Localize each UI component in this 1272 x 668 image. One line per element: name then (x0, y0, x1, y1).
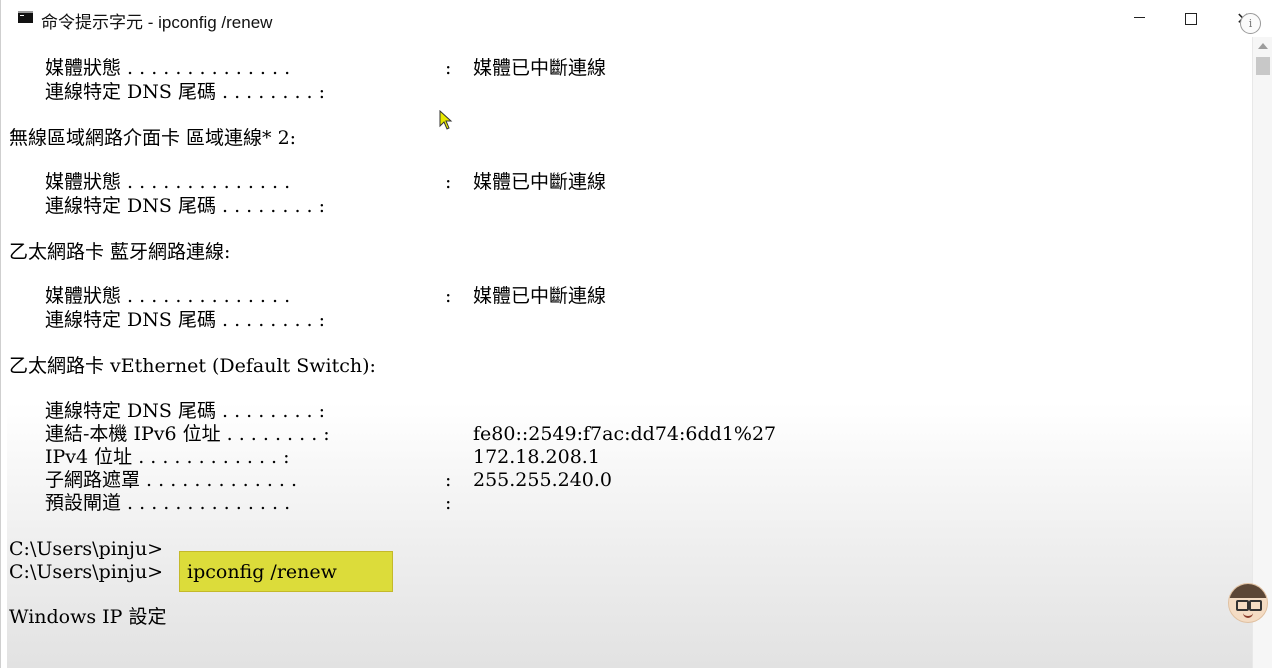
prompt-line: C:\Users\pinju> (9, 561, 164, 583)
terminal-icon (18, 11, 33, 23)
console-row-key: IPv4 位址 . . . . . . . . . . . . : (45, 446, 290, 468)
adapter-header: 無線區域網路介面卡 區域連線* 2: (9, 127, 297, 149)
console-row-key: 連線特定 DNS 尾碼 . . . . . . . . : (45, 400, 326, 422)
title-bar[interactable]: 命令提示字元 - ipconfig /renew ✕ i (1, 0, 1272, 37)
cmd-window: 命令提示字元 - ipconfig /renew ✕ i 媒體狀態 . . . … (0, 0, 1272, 668)
console-row-colon: : (445, 469, 452, 491)
adapter-header: 乙太網路卡 vEthernet (Default Switch): (9, 355, 376, 377)
console-row-colon: : (445, 492, 452, 514)
console-row-key: 媒體狀態 . . . . . . . . . . . . . . (45, 171, 291, 193)
console-row-value: 媒體已中斷連線 (473, 285, 607, 307)
window-title: 命令提示字元 - ipconfig /renew (41, 13, 273, 32)
command-text[interactable]: ipconfig /renew (187, 561, 337, 583)
console-row-key: 媒體狀態 . . . . . . . . . . . . . . (45, 285, 291, 307)
mouse-pointer-icon (439, 110, 453, 130)
console-row-colon: : (445, 171, 452, 193)
console-row-key: 連線特定 DNS 尾碼 . . . . . . . . : (45, 195, 326, 217)
console-row-key: 子網路遮罩 . . . . . . . . . . . . . (45, 469, 298, 491)
maximize-button[interactable] (1165, 0, 1217, 37)
console-row-colon: : (445, 57, 452, 79)
info-icon[interactable]: i (1240, 13, 1261, 34)
console-row-key: 連線特定 DNS 尾碼 . . . . . . . . : (45, 309, 326, 331)
console-row-key: 預設閘道 . . . . . . . . . . . . . . (45, 492, 291, 514)
console-output[interactable]: 媒體狀態 . . . . . . . . . . . . . . : 媒體已中斷… (7, 37, 1252, 668)
console-row-key: 媒體狀態 . . . . . . . . . . . . . . (45, 57, 291, 79)
console-row-value: 媒體已中斷連線 (473, 57, 607, 79)
minimize-button[interactable] (1113, 0, 1165, 37)
maximize-icon (1185, 12, 1197, 25)
adapter-header: 乙太網路卡 藍牙網路連線: (9, 241, 231, 263)
console-row-value: 172.18.208.1 (473, 446, 600, 468)
vertical-scrollbar[interactable] (1252, 37, 1272, 668)
console-row-value: fe80::2549:f7ac:dd74:6dd1%27 (473, 423, 777, 445)
console-row-colon: : (445, 285, 452, 307)
prompt-line: C:\Users\pinju> (9, 538, 164, 560)
minimize-icon (1133, 17, 1145, 18)
console-row-key: 連結-本機 IPv6 位址 . . . . . . . . : (45, 423, 330, 445)
console-row-value: 媒體已中斷連線 (473, 171, 607, 193)
console-row-key: 連線特定 DNS 尾碼 . . . . . . . . : (45, 81, 326, 103)
console-row-value: 255.255.240.0 (473, 469, 613, 491)
scroll-up-icon[interactable] (1258, 43, 1268, 49)
result-header: Windows IP 設定 (9, 606, 167, 628)
scroll-thumb[interactable] (1256, 57, 1270, 75)
user-avatar-icon (1228, 583, 1268, 623)
